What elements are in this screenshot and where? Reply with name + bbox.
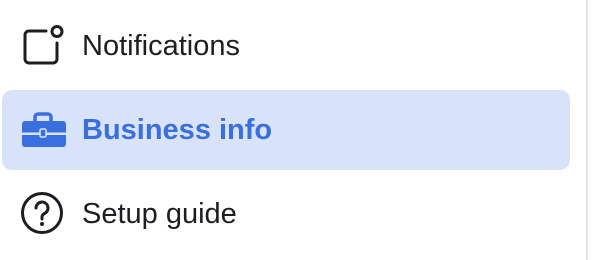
menu-item-setup-guide[interactable]: Setup guide xyxy=(2,174,570,254)
menu-item-label: Setup guide xyxy=(82,197,237,230)
menu-item-label: Business info xyxy=(82,113,273,146)
menu-item-business-info[interactable]: Business info xyxy=(2,90,570,170)
briefcase-icon xyxy=(20,107,66,153)
settings-page: Notifications Business info Setup guide xyxy=(0,0,592,260)
menu-item-notifications[interactable]: Notifications xyxy=(2,6,570,86)
sidebar-divider xyxy=(586,0,588,260)
question-circle-icon xyxy=(20,191,66,237)
settings-sidebar-menu: Notifications Business info Setup guide xyxy=(0,0,586,260)
menu-item-label: Notifications xyxy=(82,29,240,62)
notification-icon xyxy=(20,23,66,69)
